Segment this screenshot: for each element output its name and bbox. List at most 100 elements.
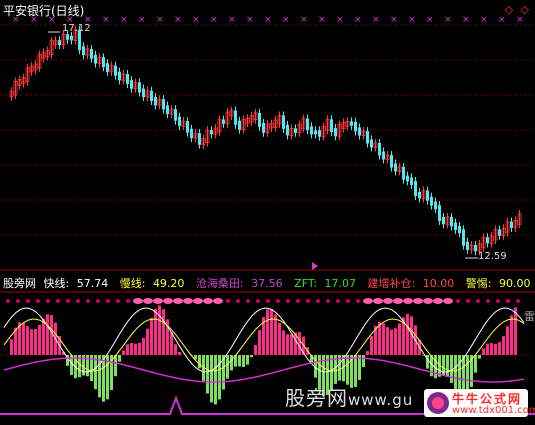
- candle-body: [306, 119, 309, 131]
- candle-body: [234, 111, 237, 125]
- candle-body: [258, 113, 261, 127]
- signal-marker: ×: [210, 15, 218, 25]
- candle-body: [366, 131, 369, 143]
- candle-body: [294, 128, 297, 133]
- candle-body: [102, 57, 105, 67]
- signal-dot: [373, 298, 383, 304]
- signal-marker: ×: [372, 15, 380, 25]
- signal-marker: ×: [156, 15, 164, 25]
- histogram-bar-pos: [142, 338, 145, 355]
- histogram-bar-neg: [226, 355, 229, 379]
- signal-dot: [356, 299, 360, 303]
- candle-body: [510, 222, 513, 228]
- signal-dot: [133, 298, 143, 304]
- candle-body: [210, 130, 213, 134]
- histogram-bar-pos: [386, 327, 389, 355]
- signal-dot: [476, 299, 480, 303]
- signal-dot: [213, 298, 223, 304]
- signal-dot: [96, 299, 100, 303]
- signal-marker: ×: [120, 15, 128, 25]
- signal-dot: [383, 298, 393, 304]
- signal-dot: [143, 298, 153, 304]
- signal-dot: [46, 299, 50, 303]
- histogram-bar-pos: [290, 334, 293, 355]
- histogram-bar-neg: [450, 355, 453, 383]
- signal-marker: ×: [192, 15, 200, 25]
- signal-dot: [306, 299, 310, 303]
- signal-dot: [276, 299, 280, 303]
- candle-body: [378, 143, 381, 155]
- histogram-bar-pos: [286, 334, 289, 355]
- candle-body: [174, 109, 177, 121]
- candle-body: [394, 164, 397, 172]
- histogram-bar-pos: [42, 319, 45, 355]
- signal-marker: ×: [354, 15, 362, 25]
- corner-diamond-icons[interactable]: ◇ ◇: [505, 3, 531, 16]
- candle-body: [142, 89, 145, 98]
- candle-body: [318, 130, 321, 136]
- signal-dot: [256, 299, 260, 303]
- side-glyph: 雷: [524, 308, 535, 324]
- window-title: 平安银行(日线): [3, 2, 84, 19]
- signal-dot: [56, 299, 60, 303]
- candle-body: [466, 242, 469, 250]
- histogram-bar-neg: [214, 355, 217, 404]
- histogram-bar-pos: [162, 309, 165, 355]
- candle-body: [390, 155, 393, 168]
- candle-body: [450, 217, 453, 227]
- signal-dot: [16, 299, 20, 303]
- histogram-bar-pos: [482, 348, 485, 355]
- signal-dot: [266, 299, 270, 303]
- signal-dot: [296, 299, 300, 303]
- candle-body: [454, 222, 457, 230]
- candle-body: [358, 127, 361, 135]
- histogram-bar-pos: [282, 330, 285, 355]
- signal-marker: ×: [246, 15, 254, 25]
- signal-marker: ×: [336, 15, 344, 25]
- histogram-bar-pos: [130, 343, 133, 355]
- signal-dot: [153, 298, 163, 304]
- indicator-fast: 快线: 57.74: [44, 277, 113, 290]
- signal-dot: [326, 299, 330, 303]
- histogram-bar-pos: [398, 323, 401, 355]
- signal-dot: [246, 299, 250, 303]
- signal-dot: [403, 298, 413, 304]
- histogram-bar-pos: [366, 351, 369, 355]
- signal-marker: ×: [408, 15, 416, 25]
- signal-dot: [6, 299, 10, 303]
- signal-marker: ×: [174, 15, 182, 25]
- histogram-bar-pos: [270, 309, 273, 355]
- candle-body: [90, 49, 93, 59]
- candle-body: [382, 151, 385, 159]
- signal-dot: [486, 299, 490, 303]
- candle-body: [190, 129, 193, 138]
- price-high-label: 17.12: [62, 23, 91, 34]
- signal-dot: [423, 298, 433, 304]
- candle-body: [130, 80, 133, 89]
- indicator-bar: 股旁网 快线: 57.74 慢线: 49.20 沧海桑田: 37.56 ZFT:…: [3, 275, 535, 291]
- histogram-bar-neg: [210, 355, 213, 402]
- signal-dot: [393, 298, 403, 304]
- histogram-bar-pos: [274, 314, 277, 355]
- signal-dot: [516, 299, 520, 303]
- histogram-bar-neg: [346, 355, 349, 385]
- candle-body: [418, 192, 421, 198]
- candle-body: [58, 40, 61, 45]
- candle-body: [154, 97, 157, 105]
- histogram-bar-pos: [126, 344, 129, 355]
- signal-marker: ×: [300, 15, 308, 25]
- candle-body: [442, 217, 445, 224]
- histogram-bar-pos: [278, 323, 281, 355]
- candle-body: [334, 128, 337, 136]
- cursor-marker: [312, 262, 318, 270]
- candle-body: [430, 197, 433, 206]
- histogram-bar-pos: [34, 329, 37, 355]
- candle-body: [438, 205, 441, 221]
- candle-body: [186, 121, 189, 133]
- histogram-bar-pos: [154, 309, 157, 355]
- candle-body: [126, 74, 129, 84]
- candle-body: [458, 226, 461, 233]
- chart-window: ××××××××××××××××××××××××××××× 平安银行(日线) ◇…: [0, 0, 535, 421]
- candle-body: [162, 99, 165, 109]
- histogram-bar-neg: [250, 355, 253, 357]
